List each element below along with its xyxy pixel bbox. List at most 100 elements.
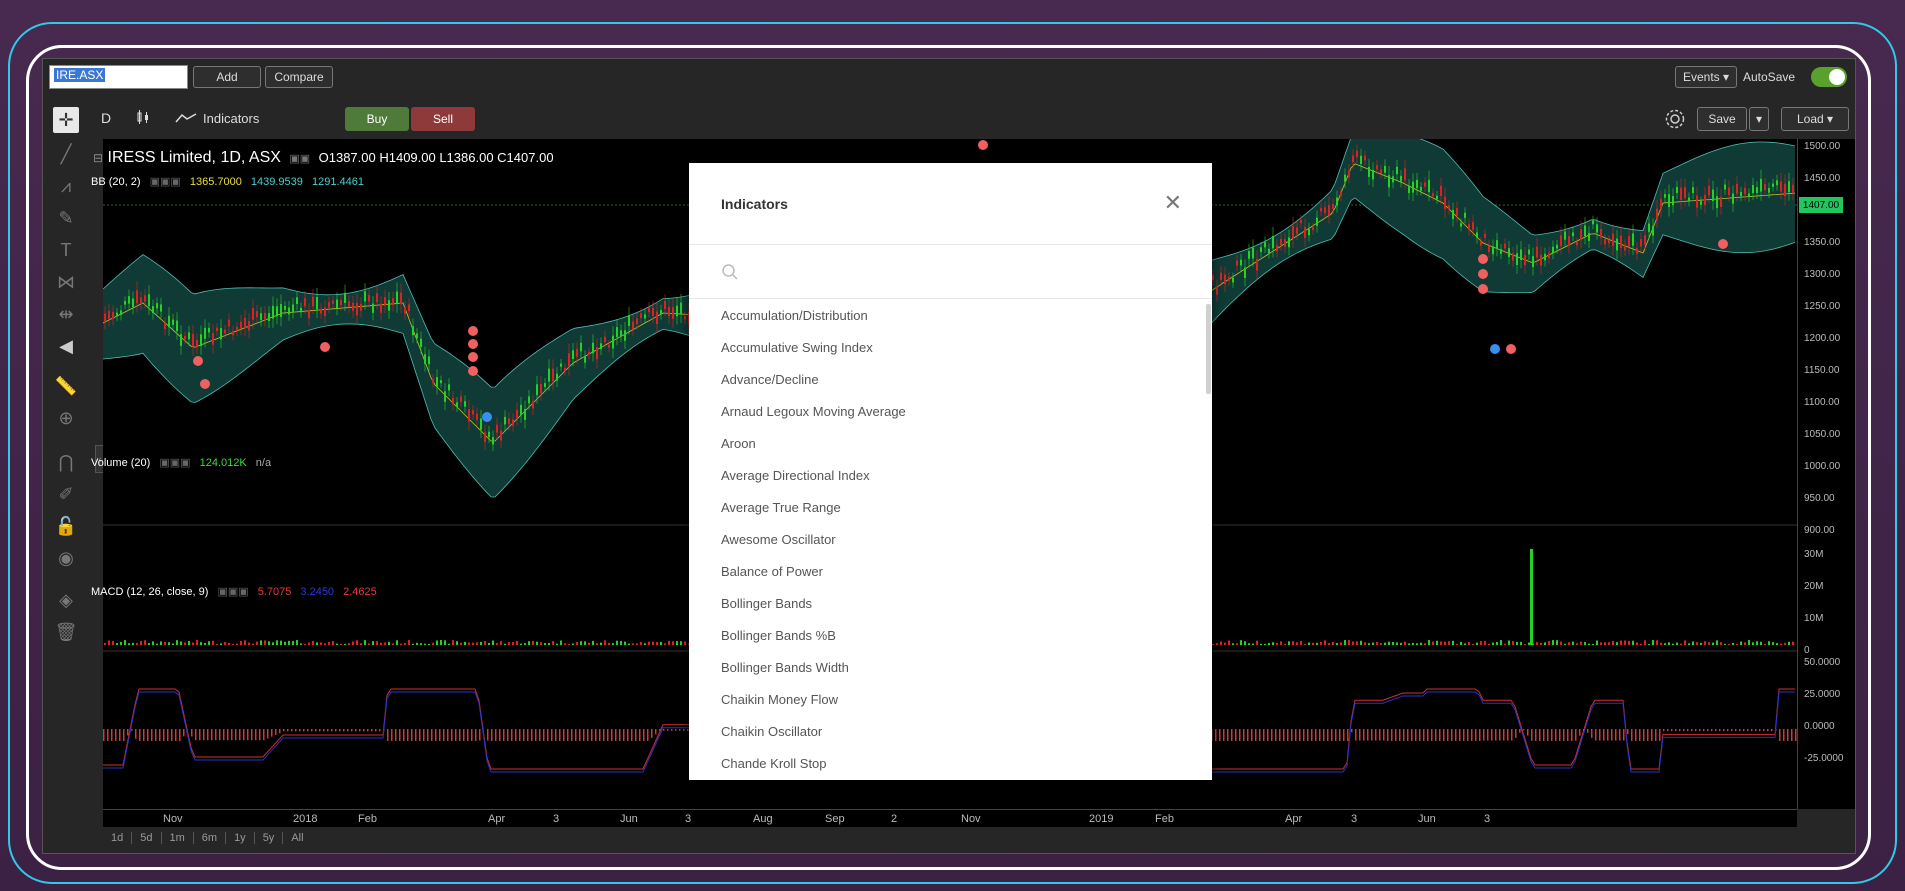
indicator-list-item[interactable]: Arnaud Legoux Moving Average xyxy=(689,396,1212,428)
indicator-list[interactable]: Accumulation/Distribution Accumulative Sw… xyxy=(689,300,1212,780)
eye-icon[interactable]: ◉ xyxy=(53,545,79,571)
measure-icon[interactable]: ⇹ xyxy=(53,301,79,327)
time-tick-label: 3 xyxy=(553,813,560,825)
price-tick-label: 950.00 xyxy=(1804,493,1835,504)
volume-tick-label: 20M xyxy=(1804,581,1824,592)
indicator-list-item[interactable]: Average True Range xyxy=(689,492,1212,524)
indicator-list-item[interactable]: Accumulation/Distribution xyxy=(689,300,1212,332)
time-tick-label: Nov xyxy=(163,813,183,825)
buy-button[interactable]: Buy xyxy=(345,107,409,131)
time-tick-label: Sep xyxy=(825,813,845,825)
sell-button[interactable]: Sell xyxy=(411,107,475,131)
time-tick-label: Feb xyxy=(358,813,377,825)
range-button-1y[interactable]: 1y xyxy=(226,832,255,844)
volume-legend: Volume (20) ▣▣▣ 124.012K n/a xyxy=(91,456,271,469)
indicator-list-item[interactable]: Aroon xyxy=(689,428,1212,460)
price-tick-label: 1100.00 xyxy=(1804,397,1840,408)
price-tick-label: 1000.00 xyxy=(1804,461,1841,472)
events-dropdown[interactable]: Events ▾ xyxy=(1675,66,1737,88)
layers-icon[interactable]: ◈ xyxy=(53,587,79,613)
symbol-input[interactable]: IRE.ASX xyxy=(49,65,188,89)
price-tick-label: 1250.00 xyxy=(1804,301,1841,312)
search-icon xyxy=(722,263,738,280)
volume-ma-value: n/a xyxy=(255,457,272,469)
compare-button[interactable]: Compare xyxy=(265,66,333,88)
indicator-list-item[interactable]: Bollinger Bands %B xyxy=(689,620,1212,652)
range-button-1d[interactable]: 1d xyxy=(103,832,133,844)
indicator-list-item[interactable]: Balance of Power xyxy=(689,556,1212,588)
volume-tick-label: 0 xyxy=(1804,645,1810,656)
price-tick-label: 1300.00 xyxy=(1804,269,1841,280)
lock-drawing-icon[interactable]: ✐ xyxy=(53,481,79,507)
price-tick-label: 1050.00 xyxy=(1804,429,1841,440)
indicator-list-item[interactable]: Chande Kroll Stop xyxy=(689,748,1212,780)
crosshair-icon[interactable]: ✛ xyxy=(53,107,79,133)
price-tick-label: 1450.00 xyxy=(1804,173,1841,184)
pattern-icon[interactable]: ⋈ xyxy=(53,269,79,295)
load-button[interactable]: Load ▾ xyxy=(1781,107,1849,131)
bb-controls-icon[interactable]: ▣▣▣ xyxy=(150,176,181,188)
indicator-list-item[interactable]: Average Directional Index xyxy=(689,460,1212,492)
indicator-list-item[interactable]: Advance/Decline xyxy=(689,364,1212,396)
indicator-search-field[interactable] xyxy=(689,245,1212,299)
lock-icon[interactable]: 🔓 xyxy=(53,513,79,539)
time-tick-label: 3 xyxy=(1351,813,1358,825)
macd-value: 5.7075 xyxy=(257,586,292,598)
indicators-button[interactable]: Indicators xyxy=(175,111,259,126)
price-axis[interactable]: 1500.001450.001400.001350.001300.001250.… xyxy=(1797,139,1855,809)
macd-controls-icon[interactable]: ▣▣▣ xyxy=(217,586,248,598)
drawing-toolbar: ✛ ╱ ⩘ ✎ T ⋈ ⇹ ◀ 📏 ⊕ ⋂ ✐ 🔓 ◉ ◈ 🗑 xyxy=(49,107,83,807)
autosave-toggle[interactable] xyxy=(1811,67,1847,87)
back-arrow-icon[interactable]: ◀ xyxy=(53,333,79,359)
zoom-in-icon[interactable]: ⊕ xyxy=(53,405,79,431)
volume-controls-icon[interactable]: ▣▣▣ xyxy=(159,457,190,469)
indicator-list-item[interactable]: Bollinger Bands xyxy=(689,588,1212,620)
price-tick-label: 1150.00 xyxy=(1804,365,1840,376)
scrollbar-thumb[interactable] xyxy=(1206,304,1211,394)
time-axis[interactable]: Nov 2018 Feb Apr 3 Jun 3 Aug Sep 2 Nov 2019 Feb Apr 3 J… xyxy=(103,809,1797,827)
magnet-icon[interactable]: ⋂ xyxy=(53,449,79,475)
time-tick-label: 2 xyxy=(891,813,898,825)
brush-icon[interactable]: ✎ xyxy=(53,205,79,231)
legend-settings-icon[interactable]: ▣▣ xyxy=(289,153,310,165)
add-button[interactable]: Add xyxy=(193,66,261,88)
pitchfork-icon[interactable]: ⩘ xyxy=(53,173,79,199)
range-button-all[interactable]: All xyxy=(283,832,311,844)
indicator-list-item[interactable]: Chaikin Money Flow xyxy=(689,684,1212,716)
indicator-list-item[interactable]: Bollinger Bands Width xyxy=(689,652,1212,684)
interval-button[interactable]: D xyxy=(101,110,121,126)
range-button-1m[interactable]: 1m xyxy=(162,832,194,844)
ruler-icon[interactable]: 📏 xyxy=(53,373,79,399)
trendline-icon[interactable]: ╱ xyxy=(53,141,79,167)
trash-icon[interactable]: 🗑 xyxy=(53,619,79,645)
indicators-icon xyxy=(175,113,197,123)
indicator-list-item[interactable]: Accumulative Swing Index xyxy=(689,332,1212,364)
settings-gear-icon[interactable] xyxy=(1663,107,1687,131)
save-options-dropdown[interactable]: ▾ xyxy=(1749,107,1769,131)
indicator-list-item[interactable]: Awesome Oscillator xyxy=(689,524,1212,556)
range-button-5d[interactable]: 5d xyxy=(132,832,162,844)
time-tick-label: 3 xyxy=(685,813,692,825)
chart-toolbar: D Indicators xyxy=(89,105,259,131)
save-button[interactable]: Save xyxy=(1697,107,1747,131)
range-button-5y[interactable]: 5y xyxy=(255,832,284,844)
indicators-label: Indicators xyxy=(203,110,260,126)
macd-legend: MACD (12, 26, close, 9) ▣▣▣ 5.7075 3.245… xyxy=(91,585,377,598)
autosave-label: AutoSave xyxy=(1743,70,1796,84)
time-tick-label: 3 xyxy=(1484,813,1491,825)
volume-value: 124.012K xyxy=(199,457,247,469)
time-tick-label: Aug xyxy=(753,813,773,825)
candlestick-icon[interactable] xyxy=(135,109,157,128)
indicators-modal: Indicators ✕ Accumulation/Distribution Ac… xyxy=(689,163,1212,780)
bb-lower-value: 1291.4461 xyxy=(311,176,364,188)
ohlc-values: O1387.00 H1409.00 L1386.00 C1407.00 xyxy=(318,150,554,165)
chevron-down-icon: ▾ xyxy=(1755,112,1763,126)
legend-collapse-icon[interactable]: ⊟ xyxy=(93,151,103,165)
range-button-6m[interactable]: 6m xyxy=(194,832,227,844)
search-input[interactable] xyxy=(749,264,1149,279)
time-tick-label: Nov xyxy=(961,813,981,825)
time-tick-label: Feb xyxy=(1155,813,1174,825)
indicator-list-item[interactable]: Chaikin Oscillator xyxy=(689,716,1212,748)
text-icon[interactable]: T xyxy=(53,237,79,263)
close-icon[interactable]: ✕ xyxy=(1164,190,1182,216)
